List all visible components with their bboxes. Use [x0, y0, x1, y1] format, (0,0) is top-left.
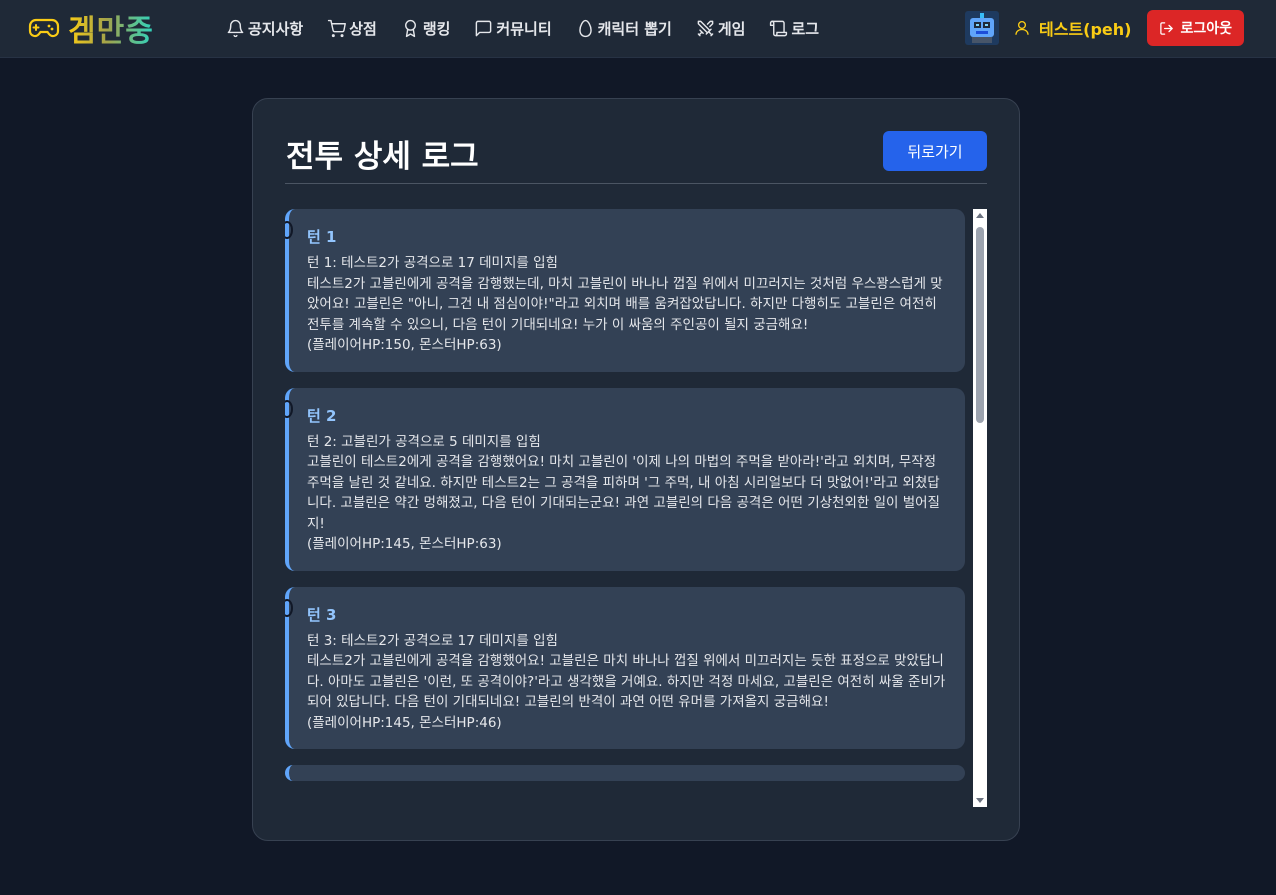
nav-item-label: 커뮤니티 [496, 19, 552, 38]
scroll-thumb[interactable] [976, 227, 984, 423]
nav-item-notice[interactable]: 공지사항 [226, 18, 303, 39]
bell-icon [227, 19, 244, 37]
nav-item-label: 로그 [791, 19, 820, 38]
turn-label: 턴 2 [307, 406, 337, 425]
nav-item-game[interactable]: 게임 [696, 18, 746, 39]
log-entry [285, 765, 965, 781]
logout-label: 로그아웃 [1180, 21, 1232, 37]
main-nav: 공지사항 상점 랭킹 커뮤니티 캐릭터 뽑기 게임 로그 [226, 16, 843, 40]
log-entry: 턴 2 턴 2: 고블린가 공격으로 5 데미지를 입힘 고블린이 테스트2에게… [285, 387, 965, 571]
turn-hp: (플레이어HP:145, 몬스터HP:63) [307, 536, 502, 552]
user-name[interactable]: 테스트(peh) [1039, 16, 1131, 40]
top-navbar: 겜만중 공지사항 상점 랭킹 커뮤니티 캐릭터 뽑기 게임 로그 테스트(peh… [0, 0, 1276, 58]
egg-icon [578, 19, 592, 37]
site-logo[interactable]: 겜만중 [28, 6, 154, 50]
nav-item-label: 랭킹 [422, 19, 451, 38]
turn-label: 턴 1 [307, 228, 337, 246]
turn-hp: (플레이어HP:145, 몬스터HP:46) [307, 714, 502, 731]
scroll-down-arrow-icon[interactable] [976, 798, 984, 803]
back-button[interactable]: 뒤로가기 [883, 131, 987, 171]
nav-item-ranking[interactable]: 랭킹 [401, 18, 451, 39]
page-title: 전투 상세 로그 [286, 139, 479, 175]
nav-item-gacha[interactable]: 캐릭터 뽑기 [576, 18, 672, 39]
chat-icon [476, 20, 492, 36]
battle-log-card: 전투 상세 로그 뒤로가기 턴 1 턴 1: 테스트2가 공격으로 17 데미지… [252, 98, 1020, 841]
turn-summary: 턴 2: 고블린가 공격으로 5 데미지를 입힘 [307, 433, 541, 450]
turn-label: 턴 3 [307, 605, 337, 624]
user-area: 테스트(peh) 로그아웃 [964, 10, 1244, 46]
character-avatar[interactable] [964, 11, 999, 45]
nav-item-label: 공지사항 [248, 19, 304, 38]
scroll-up-arrow-icon[interactable] [976, 213, 984, 218]
turn-summary: 턴 1: 테스트2가 공격으로 17 데미지를 입힘 [307, 255, 558, 271]
nav-item-shop[interactable]: 상점 [327, 18, 377, 39]
log-scrollbar[interactable] [973, 209, 987, 807]
nav-item-label: 캐릭터 뽑기 [597, 19, 672, 38]
turn-hp: (플레이어HP:150, 몬스터HP:63) [307, 337, 502, 353]
log-list[interactable]: 턴 1 턴 1: 테스트2가 공격으로 17 데미지를 입힘 테스트2가 고블린… [285, 209, 973, 809]
turn-description: 테스트2가 고블린에게 공격을 감행했는데, 마치 고블린이 바나나 껍질 위에… [307, 275, 943, 333]
cart-icon [328, 19, 347, 37]
log-entry: 턴 1 턴 1: 테스트2가 공격으로 17 데미지를 입힘 테스트2가 고블린… [285, 209, 965, 372]
swords-icon [697, 20, 714, 36]
nav-item-label: 게임 [717, 19, 746, 38]
scroll-icon [770, 20, 788, 36]
gamepad-icon [28, 18, 60, 38]
turn-description: 테스트2가 고블린에게 공격을 감행했어요! 고블린은 마치 바나나 껍질 위에… [307, 653, 946, 710]
nav-item-label: 상점 [349, 19, 377, 38]
log-entry: 턴 3 턴 3: 테스트2가 공격으로 17 데미지를 입힘 테스트2가 고블린… [285, 586, 965, 749]
user-icon [1015, 20, 1029, 35]
logo-text: 겜만중 [68, 6, 154, 50]
turn-summary: 턴 3: 테스트2가 공격으로 17 데미지를 입힘 [307, 632, 558, 649]
divider [285, 183, 987, 184]
medal-icon [404, 19, 416, 37]
nav-item-log[interactable]: 로그 [769, 18, 819, 39]
nav-item-community[interactable]: 커뮤니티 [474, 18, 552, 39]
logout-icon [1160, 21, 1174, 35]
logout-button[interactable]: 로그아웃 [1147, 10, 1244, 46]
turn-description: 고블린이 테스트2에게 공격을 감행했어요! 마치 고블린이 '이제 나의 마법… [307, 454, 940, 532]
